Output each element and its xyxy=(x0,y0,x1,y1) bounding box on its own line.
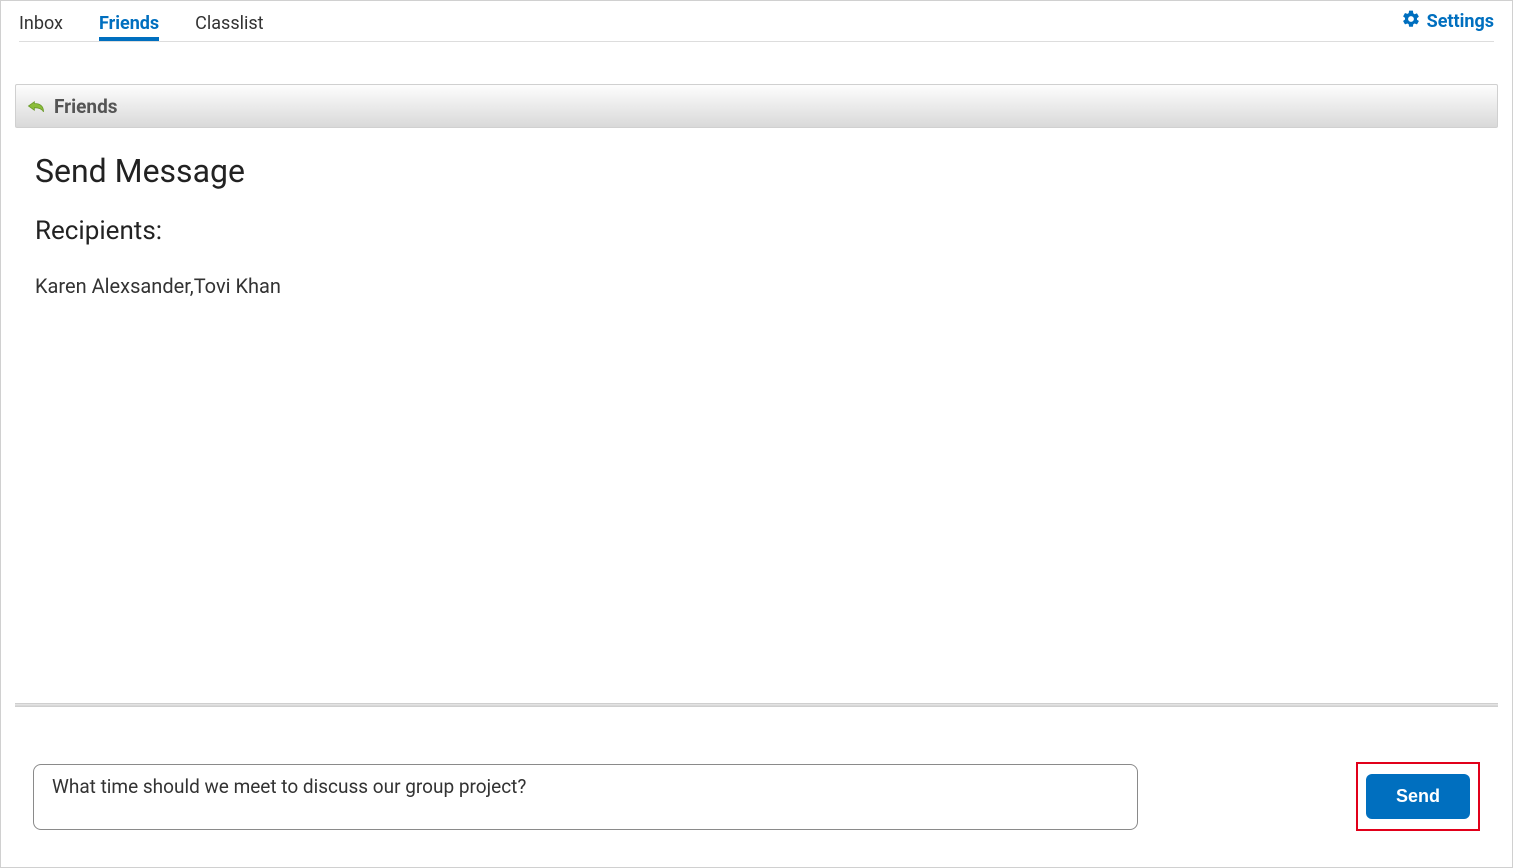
send-wrap: Send xyxy=(1156,762,1480,831)
compose-row: Send xyxy=(33,762,1480,831)
breadcrumb-label[interactable]: Friends xyxy=(54,95,118,118)
gear-icon xyxy=(1401,9,1421,34)
recipients-label: Recipients: xyxy=(35,216,1478,246)
tab-inbox[interactable]: Inbox xyxy=(19,1,63,41)
top-nav: Inbox Friends Classlist Settings xyxy=(1,1,1512,41)
tabs: Inbox Friends Classlist xyxy=(19,1,264,41)
send-button[interactable]: Send xyxy=(1366,774,1470,819)
tab-friends[interactable]: Friends xyxy=(99,1,159,41)
tab-classlist[interactable]: Classlist xyxy=(195,1,263,41)
recipients-value: Karen Alexsander,Tovi Khan xyxy=(35,274,1478,298)
settings-label: Settings xyxy=(1427,11,1494,32)
back-arrow-icon[interactable] xyxy=(26,96,46,116)
nav-divider xyxy=(19,41,1494,42)
page-title: Send Message xyxy=(35,152,1478,190)
send-highlight-box: Send xyxy=(1356,762,1480,831)
content-area: Send Message Recipients: Karen Alexsande… xyxy=(1,128,1512,298)
settings-link[interactable]: Settings xyxy=(1401,9,1494,34)
message-input[interactable] xyxy=(33,764,1138,830)
breadcrumb-bar: Friends xyxy=(15,84,1498,128)
section-divider xyxy=(15,703,1498,707)
